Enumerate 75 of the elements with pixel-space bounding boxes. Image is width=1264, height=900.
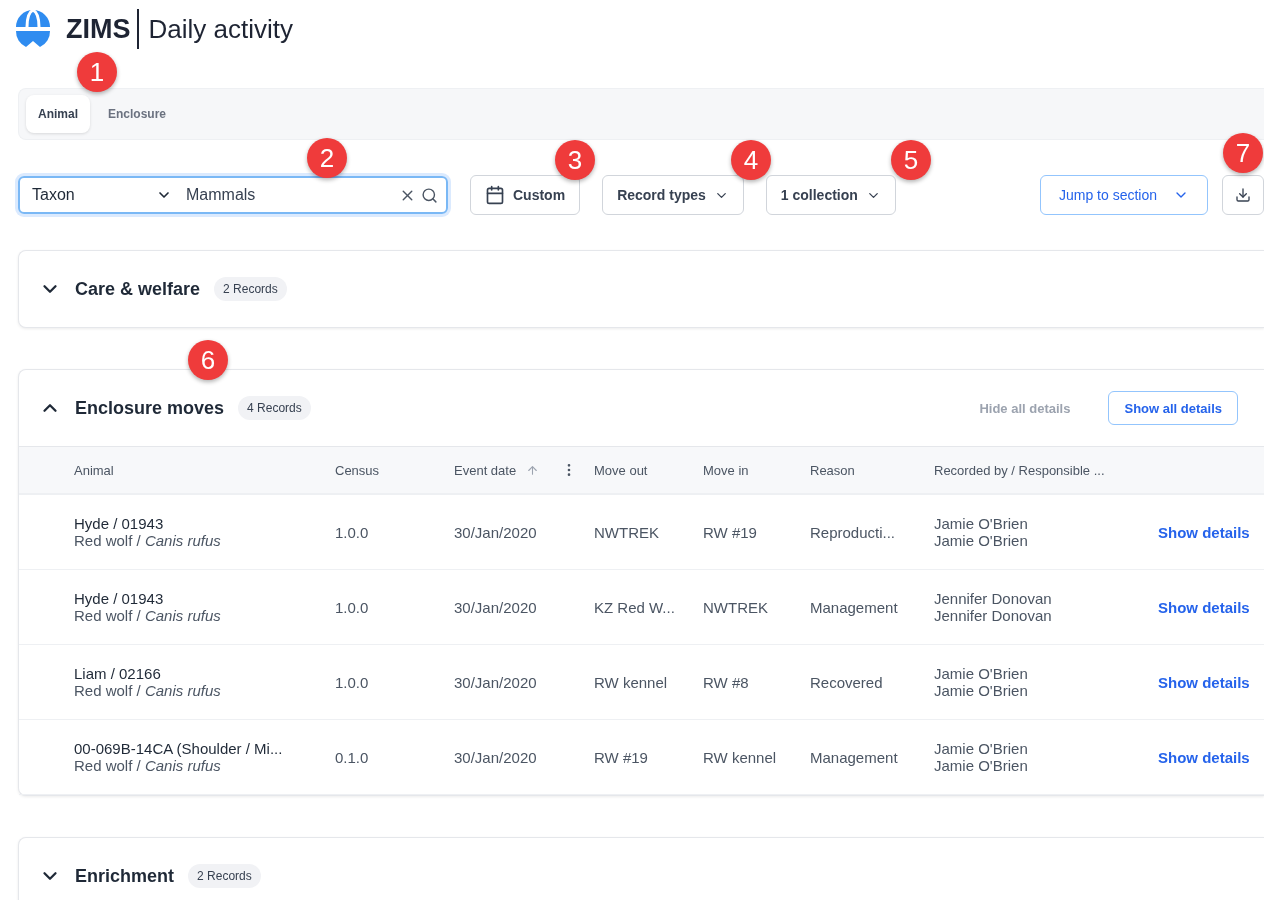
collection-dropdown[interactable]: 1 collection	[765, 175, 896, 215]
show-details-link[interactable]: Show details	[1158, 598, 1264, 616]
column-header[interactable]: Move out	[594, 462, 648, 478]
recorded-by: Jamie O'Brien	[934, 740, 1029, 757]
column-header[interactable]: Animal	[74, 462, 114, 478]
table-cell-text: 30/Jan/2020	[454, 598, 538, 616]
species-name: Red wolf / Canis rufus	[74, 682, 222, 699]
table-cell-text: 0.1.0	[335, 748, 370, 766]
section-title: Enclosure moves	[75, 397, 225, 419]
search-type-select[interactable]: Taxon	[32, 186, 75, 204]
responsible-person: Jennifer Donovan	[934, 607, 1053, 624]
tab[interactable]: Enclosure	[96, 95, 179, 133]
table-cell-text: Management	[810, 748, 899, 766]
animal-name: Hyde / 01943	[74, 590, 165, 607]
show-details-link[interactable]: Show details	[1158, 673, 1264, 691]
column-header[interactable]: Census	[335, 462, 380, 478]
animal-name: 00-069B-14CA (Shoulder / Mi...	[74, 740, 284, 757]
table-cell-text: RW #8	[703, 673, 750, 691]
callout-number: 7	[1223, 133, 1263, 173]
species-name: Red wolf / Canis rufus	[74, 532, 222, 549]
show-details-link[interactable]: Show details	[1158, 523, 1264, 541]
column-header[interactable]: Event date	[454, 462, 517, 478]
table-cell-text: 30/Jan/2020	[454, 748, 538, 766]
table-cell-text: 1.0.0	[335, 598, 370, 616]
table-cell-text: RW #19	[594, 748, 649, 766]
callout-number: 4	[731, 140, 771, 180]
tab[interactable]: Animal	[26, 95, 90, 133]
table-cell-text: RW kennel	[703, 748, 778, 766]
table-cell-text: RW kennel	[594, 673, 669, 691]
table-cell-text: Reproducti...	[810, 523, 897, 541]
recorded-by: Jamie O'Brien	[934, 515, 1029, 532]
record-count: 4 Records	[238, 396, 311, 420]
record-count: 2 Records	[214, 277, 287, 301]
jump-to-section-dropdown[interactable]: Jump to section	[1039, 175, 1208, 215]
record-count: 2 Records	[188, 864, 261, 888]
callout-number: 1	[77, 52, 117, 92]
page-title: Daily activity	[148, 13, 293, 45]
record-types-dropdown[interactable]: Record types	[602, 175, 744, 215]
table-cell-text: 1.0.0	[335, 523, 370, 541]
table-cell-text: 30/Jan/2020	[454, 673, 538, 691]
table-cell-text: KZ Red W...	[594, 598, 676, 616]
responsible-person: Jamie O'Brien	[934, 682, 1029, 699]
download-icon	[1235, 187, 1251, 203]
show-details-link[interactable]: Show details	[1158, 748, 1264, 766]
table-cell-text: NWTREK	[594, 523, 660, 541]
table-cell-text: RW #19	[703, 523, 758, 541]
responsible-person: Jamie O'Brien	[934, 757, 1029, 774]
callout-number: 2	[307, 138, 347, 178]
callout-number: 5	[891, 140, 931, 180]
callout-number: 6	[188, 340, 228, 380]
table-cell-text: 1.0.0	[335, 673, 370, 691]
brand-name: ZIMS	[66, 9, 139, 49]
column-header[interactable]: Reason	[810, 462, 855, 478]
callout-number: 3	[555, 140, 595, 180]
table-cell-text: Recovered	[810, 673, 884, 691]
animal-name: Liam / 02166	[74, 665, 162, 682]
show-all-details-button[interactable]: Show all details	[1108, 391, 1238, 425]
table-cell-text: Management	[810, 598, 899, 616]
section-title: Enrichment	[75, 865, 175, 887]
date-button[interactable]: Custom	[470, 175, 581, 215]
responsible-person: Jamie O'Brien	[934, 532, 1029, 549]
species-name: Red wolf / Canis rufus	[74, 607, 222, 624]
column-header[interactable]: Recorded by / Responsible ...	[934, 462, 1105, 478]
column-header[interactable]: Move in	[703, 462, 749, 478]
table-cell-text: NWTREK	[703, 598, 769, 616]
species-name: Red wolf / Canis rufus	[74, 757, 222, 774]
calendar-icon	[485, 185, 505, 205]
recorded-by: Jennifer Donovan	[934, 590, 1053, 607]
recorded-by: Jamie O'Brien	[934, 665, 1029, 682]
table-cell-text: 30/Jan/2020	[454, 523, 538, 541]
section-title: Care & welfare	[75, 278, 201, 300]
search-field[interactable]: Taxon Mammals	[18, 176, 448, 214]
download-button[interactable]	[1222, 175, 1264, 215]
search-icon[interactable]	[421, 186, 438, 204]
animal-name: Hyde / 01943	[74, 515, 165, 532]
